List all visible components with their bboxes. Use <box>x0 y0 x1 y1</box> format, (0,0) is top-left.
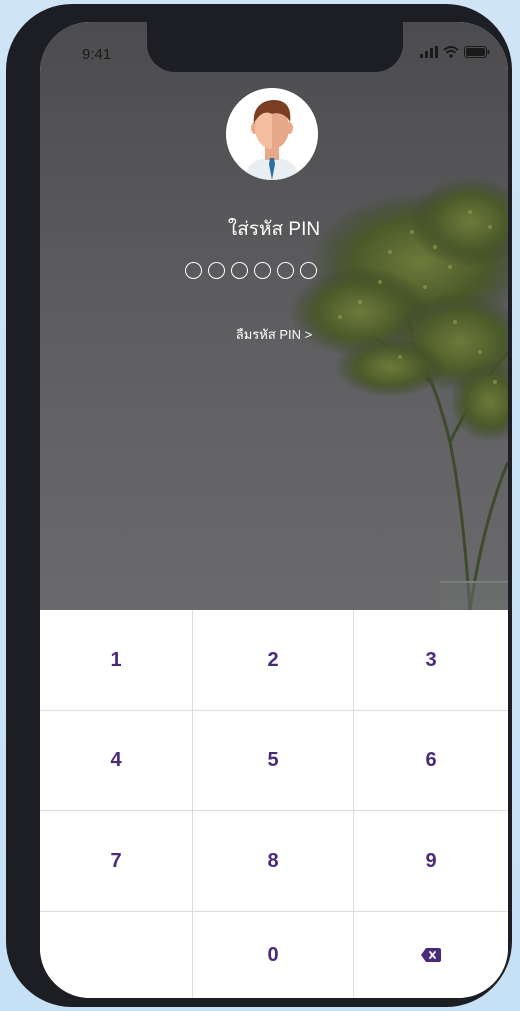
key-9[interactable]: 9 <box>354 811 508 912</box>
battery-icon <box>464 46 490 58</box>
status-icons <box>420 46 490 58</box>
key-8[interactable]: 8 <box>193 811 354 912</box>
signal-icon <box>420 46 438 58</box>
status-time: 9:41 <box>82 46 112 63</box>
mute-switch <box>10 152 16 190</box>
pin-dot <box>208 262 225 279</box>
key-6[interactable]: 6 <box>354 711 508 811</box>
volume-up-button <box>10 232 16 310</box>
pin-dot <box>300 262 317 279</box>
phone-screen: 9:41 ใส่รหัส PIN ลืมรหัส PIN > 1 2 3 4 5… <box>40 22 508 998</box>
pin-dot <box>254 262 271 279</box>
backspace-icon <box>421 948 441 962</box>
key-7[interactable]: 7 <box>40 811 193 912</box>
phone-notch <box>147 22 403 72</box>
user-avatar-icon <box>226 88 318 180</box>
key-1[interactable]: 1 <box>40 610 193 711</box>
pin-dot <box>231 262 248 279</box>
pin-dots <box>185 262 317 279</box>
number-keypad: 1 2 3 4 5 6 7 8 9 0 <box>40 610 508 998</box>
avatar <box>226 88 318 180</box>
pin-title: ใส่รหัส PIN <box>227 219 321 240</box>
wifi-icon <box>443 46 459 58</box>
key-3[interactable]: 3 <box>354 610 508 711</box>
phone-frame: 9:41 ใส่รหัส PIN ลืมรหัส PIN > 1 2 3 4 5… <box>6 4 512 1007</box>
key-2[interactable]: 2 <box>193 610 354 711</box>
backspace-button[interactable] <box>354 912 508 998</box>
pin-dot <box>185 262 202 279</box>
key-empty <box>40 912 193 998</box>
forgot-pin-link[interactable]: ลืมรหัส PIN > <box>40 324 508 345</box>
key-4[interactable]: 4 <box>40 711 193 811</box>
volume-down-button <box>10 332 16 410</box>
key-5[interactable]: 5 <box>193 711 354 811</box>
pin-dot <box>277 262 294 279</box>
key-0[interactable]: 0 <box>193 912 354 998</box>
